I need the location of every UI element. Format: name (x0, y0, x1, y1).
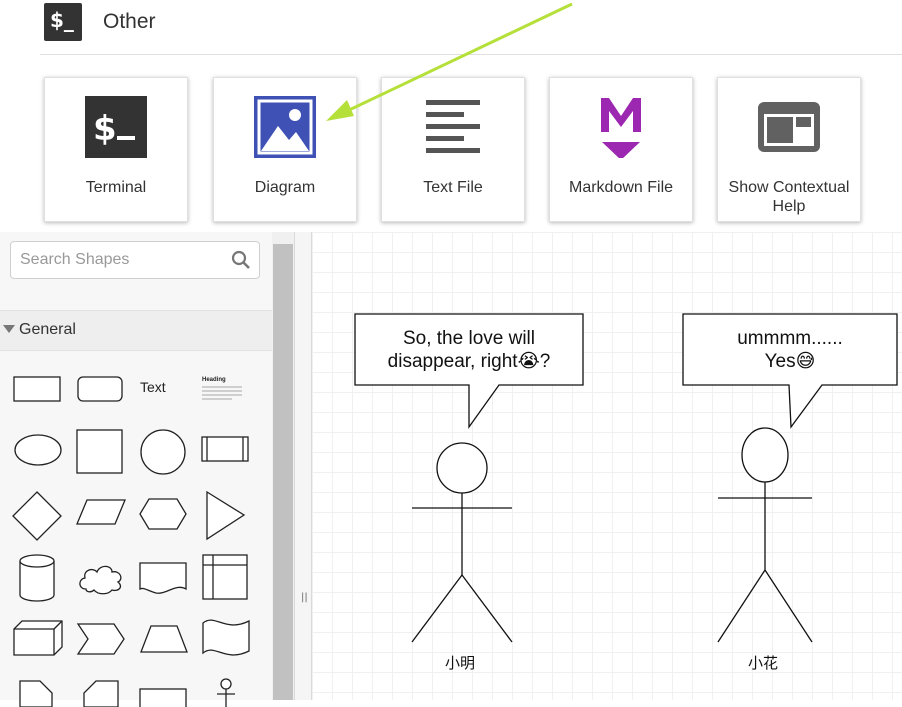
trapezoid-shape-icon[interactable] (137, 619, 191, 659)
heading-shape-line (202, 386, 242, 388)
cylinder-shape-icon[interactable] (14, 551, 62, 607)
chevron-down-icon (3, 325, 15, 333)
process-shape-icon[interactable] (198, 427, 252, 473)
diagram-drawing (354, 313, 898, 643)
launcher-card-label: Terminal (85, 179, 147, 196)
speech-bubble-right-text: ummmm...... Yes😅 (683, 327, 897, 373)
section-icon-glyph: $_ (50, 8, 74, 32)
actor-shape-icon[interactable] (210, 677, 242, 707)
note-shape-icon[interactable] (14, 677, 60, 707)
step-shape-icon[interactable] (74, 619, 128, 659)
launcher-panel: $_ Other $ Terminal Diagram Text File Ma… (0, 0, 902, 232)
square-shape-icon[interactable] (74, 427, 126, 477)
launcher-card-label: Diagram (254, 179, 316, 196)
launcher-card-terminal[interactable]: $ Terminal (44, 77, 188, 222)
shape-palette: Text Heading (0, 351, 272, 707)
markdown-icon (601, 98, 641, 158)
terminal-icon: $ (85, 96, 147, 158)
search-box[interactable] (10, 241, 260, 279)
sidebar-scrollbar-thumb[interactable] (273, 244, 293, 700)
launcher-card-text-file[interactable]: Text File (381, 77, 525, 222)
launcher-card-label: Text File (423, 179, 483, 196)
diagram-canvas[interactable]: So, the love will disappear, right😭? umm… (312, 232, 902, 700)
image-icon (254, 96, 316, 158)
search-icon[interactable] (231, 250, 251, 270)
launcher-card-diagram[interactable]: Diagram (213, 77, 357, 222)
ellipse-shape-icon[interactable] (10, 427, 66, 473)
hexagon-shape-icon[interactable] (136, 495, 190, 535)
text-shape-icon[interactable]: Text (140, 379, 166, 395)
panel-splitter[interactable]: || (294, 232, 312, 700)
diamond-shape-icon[interactable] (10, 489, 64, 543)
bubble-right-line-2: Yes😅 (764, 351, 816, 372)
bubble-left-line-1: So, the love will (402, 328, 535, 349)
section-general-label: General (19, 321, 76, 338)
triangle-shape-icon[interactable] (202, 489, 252, 543)
launcher-card-show-contextual-help[interactable]: Show Contextual Help (717, 77, 861, 222)
section-general-header[interactable]: General (0, 310, 272, 351)
bubble-right-line-1: ummmm...... (737, 328, 843, 349)
splitter-grip-icon[interactable]: || (301, 592, 308, 603)
launcher-card-markdown-file[interactable]: Markdown File (549, 77, 693, 222)
terminal-section-icon: $_ (44, 3, 82, 41)
actor-right-figure[interactable] (717, 427, 813, 643)
text-lines-icon (426, 100, 480, 153)
help-layout-icon (758, 102, 820, 152)
launcher-card-label: Markdown File (568, 179, 674, 196)
parallelogram-shape-icon[interactable] (73, 495, 129, 535)
rectangle-shape-icon[interactable] (10, 371, 64, 409)
speech-bubble-left-text: So, the love will disappear, right😭? (355, 327, 583, 373)
actor-right-label: 小花 (748, 654, 779, 672)
heading-shape-icon[interactable]: Heading (202, 377, 250, 407)
heading-shape-line (202, 398, 232, 400)
callout-shape-icon[interactable] (136, 681, 190, 707)
tape-shape-icon[interactable] (199, 613, 253, 661)
actor-left-label: 小明 (445, 654, 476, 672)
heading-shape-title: Heading (202, 377, 226, 383)
launcher-card-label: Show Contextual Help (728, 179, 850, 215)
section-divider (40, 54, 902, 55)
circle-shape-icon[interactable] (137, 427, 189, 477)
actor-left-figure[interactable] (411, 442, 513, 643)
cloud-shape-icon[interactable] (74, 559, 128, 599)
internal-storage-shape-icon[interactable] (199, 551, 251, 603)
heading-shape-line (202, 394, 242, 396)
search-input[interactable] (20, 250, 220, 270)
card-shape-icon[interactable] (78, 677, 124, 707)
heading-shape-line (202, 390, 242, 392)
svg-text:$: $ (93, 109, 117, 149)
shapes-sidebar: General Text Heading (0, 232, 272, 707)
section-title: Other (103, 10, 156, 33)
document-shape-icon[interactable] (136, 555, 190, 601)
rounded-rectangle-shape-icon[interactable] (73, 371, 127, 409)
bubble-left-line-2: disappear, right😭? (387, 351, 551, 372)
cube-shape-icon[interactable] (10, 617, 66, 661)
